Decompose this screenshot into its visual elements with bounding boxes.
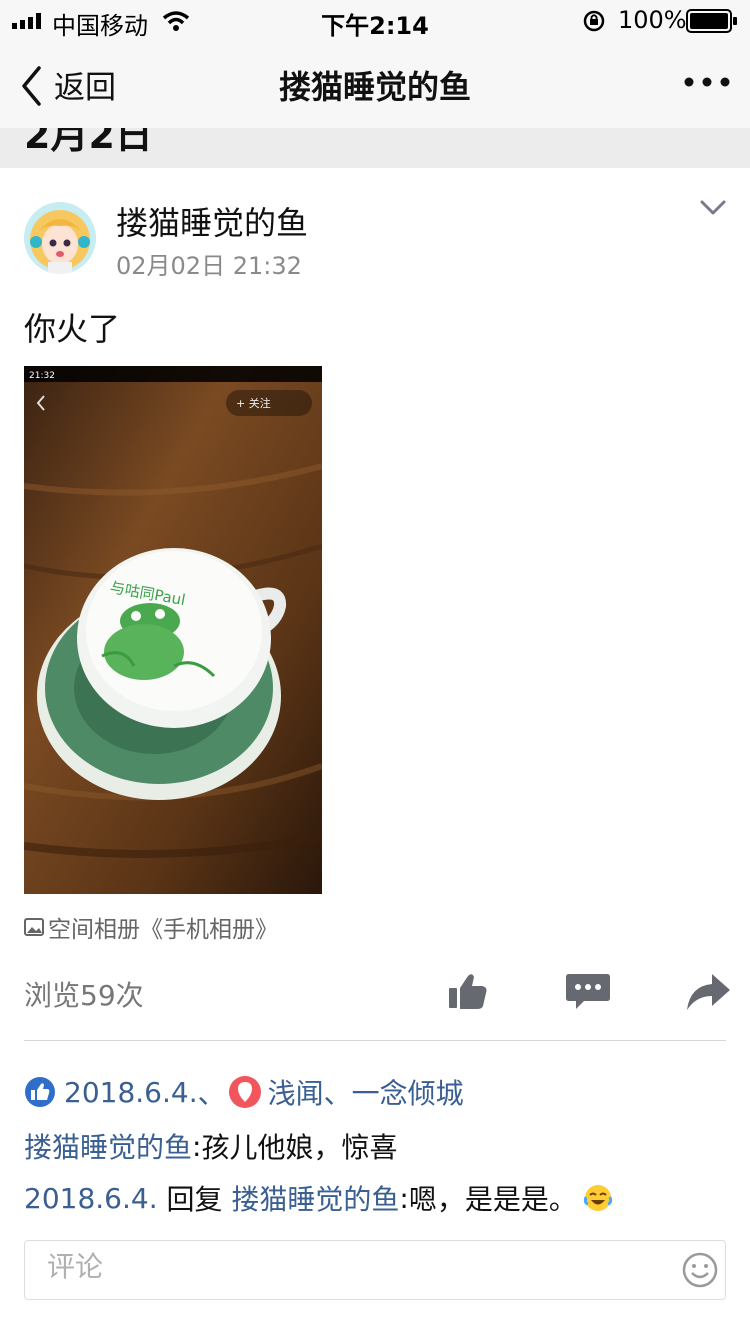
latte-art-photo: 21:32 + 关注 与咕同Paul [24, 366, 322, 894]
thumbs-up-icon[interactable] [446, 968, 494, 1016]
comment-author[interactable]: 搂猫睡觉的鱼 [24, 1126, 192, 1166]
comment-colon: : [192, 1129, 202, 1163]
reply-target[interactable]: 搂猫睡觉的鱼 [231, 1178, 399, 1218]
avatar[interactable] [24, 202, 96, 274]
photo-status-time: 21:32 [29, 371, 55, 381]
post-timestamp: 02月02日 21:32 [116, 252, 302, 280]
comment-colon: : [399, 1181, 409, 1215]
photo-follow-label: + 关注 [236, 396, 271, 410]
post-author[interactable]: 搂猫睡觉的鱼 [116, 198, 308, 244]
page-title: 搂猫睡觉的鱼 [278, 68, 471, 106]
liker-name[interactable]: 一念倾城 [352, 1072, 464, 1112]
reply-word: 回复 [157, 1183, 232, 1216]
album-source[interactable]: 空间相册《手机相册》 [24, 910, 278, 944]
comment-item[interactable]: 搂猫睡觉的鱼 : 孩儿他娘，惊喜 [24, 1126, 397, 1166]
comment-author[interactable]: 2018.6.4. [24, 1182, 158, 1215]
post-text: 你火了 [24, 310, 121, 348]
emoji-smile-icon[interactable] [681, 1251, 719, 1289]
like-badge-icon [25, 1077, 55, 1107]
comment-bubble-icon[interactable] [564, 968, 612, 1016]
comment-item[interactable]: 2018.6.4. 回复 搂猫睡觉的鱼 : 嗯，是是是。 [24, 1178, 613, 1218]
comment-text: 嗯，是是是。 [408, 1183, 577, 1216]
view-count: 浏览59次 [24, 979, 144, 1012]
comment-box [24, 1240, 726, 1300]
anime-girl-avatar-icon [24, 202, 96, 274]
liker-separator: 、 [323, 1077, 352, 1110]
likes-row: 2018.6.4. 、 浅闻 、 一念倾城 [24, 1072, 464, 1112]
battery-icon [686, 9, 737, 33]
chevron-down-icon[interactable] [700, 200, 726, 216]
orientation-lock-icon [583, 10, 605, 32]
post-photo[interactable]: 21:32 + 关注 与咕同Paul [24, 366, 322, 894]
date-header: 2月2日 [0, 128, 750, 168]
liker-separator: 、 [197, 1077, 226, 1110]
image-icon [24, 918, 44, 936]
more-dots-icon[interactable] [684, 76, 730, 88]
date-header-text: 2月2日 [24, 128, 153, 157]
laugh-cry-emoji-icon [583, 1185, 613, 1211]
liker-name[interactable]: 浅闻 [268, 1072, 324, 1112]
comment-text: 孩儿他娘，惊喜 [201, 1131, 398, 1164]
comment-input[interactable] [45, 1249, 649, 1284]
divider [24, 1040, 726, 1041]
liker-name[interactable]: 2018.6.4. [64, 1076, 198, 1109]
album-source-label: 空间相册《手机相册》 [48, 917, 278, 943]
liker-avatar-icon [228, 1076, 261, 1108]
battery-percent: 100% [618, 6, 687, 34]
share-arrow-icon[interactable] [684, 968, 732, 1016]
